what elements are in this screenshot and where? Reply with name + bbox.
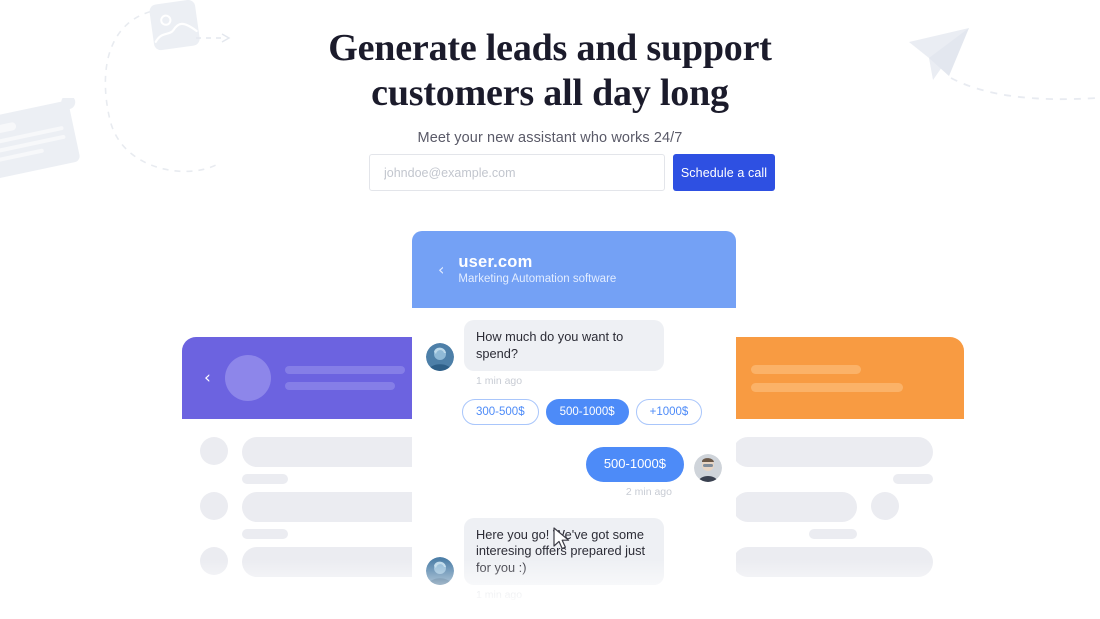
placeholder-group bbox=[733, 547, 933, 577]
avatar-placeholder bbox=[224, 355, 271, 401]
mouse-cursor bbox=[553, 527, 573, 558]
list-item bbox=[200, 437, 452, 484]
page-title-line-1: Generate leads and support bbox=[328, 27, 772, 69]
hero-subtitle: Meet your new assistant who works 24/7 bbox=[417, 130, 683, 146]
quick-reply-chip-selected[interactable]: 500-1000$ bbox=[545, 399, 629, 425]
brand-subtitle: Marketing Automation software bbox=[458, 272, 617, 285]
signup-form: Schedule a call bbox=[369, 154, 775, 191]
list-item bbox=[200, 492, 452, 539]
email-input[interactable] bbox=[369, 154, 665, 191]
brand-name: user.com bbox=[458, 252, 533, 271]
chat-message-incoming: Here you go! We've got some interesing o… bbox=[426, 517, 722, 585]
chat-message-list: How much do you want to spend? 1 min ago… bbox=[412, 308, 736, 601]
page-title: Generate leads and support customers all… bbox=[0, 0, 1100, 116]
avatar bbox=[426, 557, 454, 585]
right-card-header bbox=[733, 337, 964, 419]
quick-reply-chip[interactable]: 300-500$ bbox=[462, 399, 539, 425]
right-card-body bbox=[733, 419, 964, 577]
page-title-line-2: customers all day long bbox=[371, 72, 729, 114]
placeholder-bar bbox=[284, 382, 395, 390]
avatar bbox=[694, 453, 722, 482]
avatar-placeholder bbox=[200, 492, 228, 520]
message-timestamp: 1 min ago bbox=[476, 589, 523, 601]
placeholder-bar bbox=[809, 529, 857, 539]
quick-reply-chip[interactable]: +1000$ bbox=[635, 399, 703, 425]
message-bubble: How much do you want to spend? bbox=[464, 320, 664, 371]
left-preview-card: ‹ bbox=[182, 337, 452, 585]
placeholder-bar bbox=[733, 492, 857, 522]
message-bubble: 500-1000$ bbox=[585, 447, 684, 482]
avatar-placeholder bbox=[200, 547, 228, 575]
placeholder-bar bbox=[284, 366, 405, 374]
avatar bbox=[426, 343, 454, 371]
placeholder-bar bbox=[242, 474, 288, 484]
avatar-placeholder bbox=[871, 492, 899, 520]
chat-header: ‹ user.com Marketing Automation software bbox=[412, 231, 736, 308]
list-item bbox=[733, 492, 946, 539]
schedule-a-call-button[interactable]: Schedule a call bbox=[673, 154, 775, 191]
chat-message-outgoing: 500-1000$ bbox=[426, 447, 722, 482]
list-item bbox=[200, 547, 452, 577]
placeholder-bar bbox=[751, 364, 861, 374]
list-item bbox=[733, 437, 946, 484]
placeholder-group bbox=[733, 492, 857, 539]
placeholder-bar bbox=[733, 437, 933, 467]
right-preview-card bbox=[733, 337, 964, 585]
header-text-placeholder bbox=[284, 366, 405, 390]
chat-message-incoming: How much do you want to spend? bbox=[426, 320, 722, 371]
placeholder-bar bbox=[893, 474, 933, 484]
message-timestamp: 2 min ago bbox=[625, 485, 672, 498]
chat-widget: ‹ user.com Marketing Automation software… bbox=[412, 231, 736, 601]
placeholder-bar bbox=[242, 529, 288, 539]
landing-page: Generate leads and support customers all… bbox=[0, 0, 1100, 619]
chat-brand-block: user.com Marketing Automation software bbox=[458, 253, 616, 287]
message-timestamp: 1 min ago bbox=[476, 375, 523, 387]
quick-reply-options: 300-500$ 500-1000$ +1000$ bbox=[462, 399, 722, 425]
left-card-body bbox=[182, 419, 452, 577]
left-card-header: ‹ bbox=[182, 337, 416, 419]
hero-section: Generate leads and support customers all… bbox=[0, 0, 1100, 146]
placeholder-group bbox=[733, 437, 933, 484]
chevron-left-icon[interactable]: ‹ bbox=[438, 261, 444, 278]
avatar-placeholder bbox=[200, 437, 228, 465]
list-item bbox=[733, 547, 946, 577]
placeholder-bar bbox=[751, 382, 903, 392]
placeholder-bar bbox=[733, 547, 933, 577]
chevron-left-icon: ‹ bbox=[204, 367, 211, 388]
